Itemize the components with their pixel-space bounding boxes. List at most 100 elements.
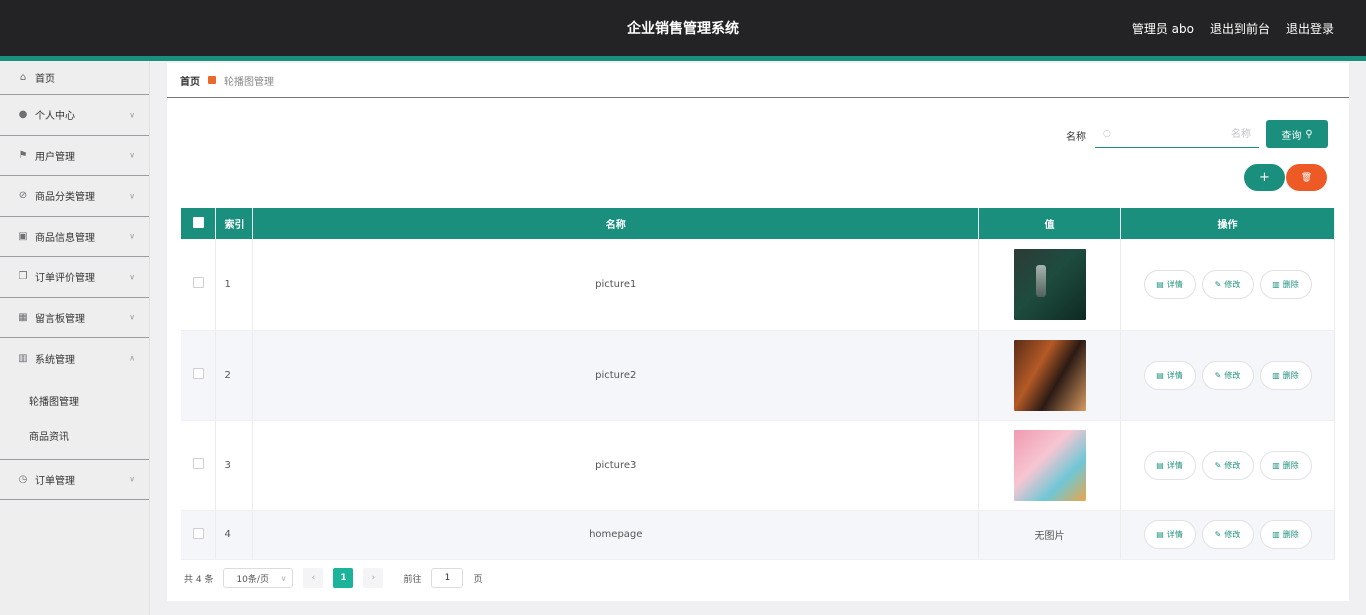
sidebar-item-personal-center[interactable]: ● 个人中心 ∨ (0, 95, 149, 136)
row-checkbox[interactable] (192, 458, 204, 469)
table-header-row: 索引 名称 值 操作 (181, 208, 1335, 239)
chart-icon: ▣ (18, 230, 28, 242)
sidebar-item-category-management[interactable]: ⊘ 商品分类管理 ∨ (0, 176, 149, 217)
row-checkbox[interactable] (192, 277, 204, 289)
logout-link[interactable]: 退出登录 (1286, 20, 1334, 37)
sidebar-item-label: 订单评价管理 (35, 273, 95, 285)
edit-button[interactable]: ✎ 修改 (1201, 269, 1254, 299)
query-button[interactable]: 查询 ⚲ (1266, 120, 1328, 148)
select-all-cell (181, 208, 217, 239)
page-number-button[interactable]: 1 (333, 568, 354, 588)
goto-prefix: 前往 (403, 574, 422, 585)
edit-button[interactable]: ✎ 修改 (1201, 520, 1254, 549)
goto-page-input[interactable] (431, 568, 464, 588)
content-card: 首页 轮播图管理 名称 ○ 查询 ⚲ + 🗑 索引 名称 值 操作 1 pict… (167, 63, 1349, 601)
plus-icon: + (1259, 170, 1270, 185)
next-page-button[interactable]: › (363, 568, 384, 588)
delete-button[interactable]: ▥ 删除 (1259, 360, 1312, 390)
delete-label: 删除 (1282, 370, 1299, 380)
row-name: picture3 (252, 420, 980, 511)
tag-icon: ⊘ (18, 190, 28, 202)
page-size-select[interactable]: 10条/页 ∨ (223, 568, 294, 588)
sidebar-item-review-management[interactable]: ❐ 订单评价管理 ∨ (0, 257, 149, 298)
sidebar-item-user-management[interactable]: ⚑ 用户管理 ∨ (0, 136, 149, 176)
sidebar-item-product-management[interactable]: ▣ 商品信息管理 ∨ (0, 217, 149, 257)
chevron-down-icon: ∨ (129, 272, 135, 282)
column-header-name: 名称 (252, 208, 980, 239)
sidebar-item-home[interactable]: ⌂ 首页 (0, 61, 149, 95)
row-index: 2 (215, 330, 254, 421)
trash-icon: ▥ (1272, 460, 1280, 470)
document-icon: ▤ (1156, 279, 1164, 289)
chevron-down-icon: ∨ (129, 191, 135, 201)
add-button[interactable]: + (1244, 164, 1285, 191)
row-checkbox[interactable] (192, 368, 204, 379)
system-submenu: 轮播图管理 商品资讯 (0, 379, 149, 460)
batch-delete-button[interactable]: 🗑 (1286, 164, 1327, 191)
row-checkbox[interactable] (192, 527, 204, 539)
document-icon: ▤ (1156, 460, 1164, 470)
edit-button[interactable]: ✎ 修改 (1201, 360, 1254, 390)
row-no-image-text: 无图片 (978, 510, 1122, 560)
select-all-checkbox[interactable] (192, 216, 204, 228)
detail-button[interactable]: ▤ 详情 (1143, 450, 1196, 480)
row-image-thumbnail[interactable] (1013, 429, 1086, 501)
chevron-up-icon: ∧ (129, 353, 135, 363)
delete-label: 删除 (1282, 460, 1299, 470)
goto-suffix: 页 (473, 574, 483, 585)
top-header: 企业销售管理系统 管理员 abo 退出到前台 退出登录 (0, 0, 1366, 56)
header-actions: 管理员 abo 退出到前台 退出登录 (1132, 20, 1334, 37)
breadcrumb-home[interactable]: 首页 (180, 73, 200, 88)
delete-label: 删除 (1282, 530, 1299, 539)
pagination: 共 4 条 10条/页 ∨ ‹ 1 › 前往 页 (184, 568, 482, 588)
sidebar-item-label: 商品信息管理 (35, 232, 95, 244)
trash-icon: ▥ (1272, 530, 1280, 539)
row-image-thumbnail[interactable] (1013, 339, 1086, 411)
admin-user-label[interactable]: 管理员 abo (1132, 20, 1194, 37)
sidebar-item-message-board[interactable]: ▦ 留言板管理 ∨ (0, 298, 149, 338)
edit-label: 修改 (1224, 279, 1241, 289)
row-index: 3 (215, 420, 254, 511)
sidebar: ⌂ 首页 ● 个人中心 ∨ ⚑ 用户管理 ∨ ⊘ 商品分类管理 ∨ ▣ 商品信息… (0, 61, 150, 615)
delete-button[interactable]: ▥ 删除 (1259, 520, 1312, 549)
sidebar-item-label: 留言板管理 (35, 313, 85, 325)
chevron-down-icon: ∨ (129, 150, 135, 160)
search-label: 名称 (1066, 132, 1086, 143)
sidebar-item-label: 个人中心 (35, 111, 75, 123)
detail-button[interactable]: ▤ 详情 (1143, 269, 1196, 299)
trash-icon: ▥ (1272, 370, 1280, 380)
detail-label: 详情 (1166, 460, 1183, 470)
breadcrumb: 首页 轮播图管理 (167, 63, 1349, 98)
sidebar-item-order-management[interactable]: ◷ 订单管理 ∨ (0, 460, 149, 500)
exit-to-front-link[interactable]: 退出到前台 (1210, 20, 1270, 37)
prev-page-button[interactable]: ‹ (303, 568, 324, 588)
row-name: picture1 (252, 239, 980, 331)
sidebar-item-system-management[interactable]: ▥ 系统管理 ∧ (0, 338, 149, 379)
row-image-thumbnail[interactable] (1013, 248, 1086, 320)
sidebar-item-label: 用户管理 (35, 151, 75, 163)
page-size-value: 10条/页 (236, 574, 269, 585)
sidebar-item-label: 商品分类管理 (35, 192, 95, 204)
detail-button[interactable]: ▤ 详情 (1143, 520, 1196, 549)
copy-icon: ❐ (18, 271, 28, 283)
edit-icon: ✎ (1214, 370, 1222, 380)
trash-icon: ▥ (1272, 279, 1280, 289)
delete-button[interactable]: ▥ 删除 (1259, 269, 1312, 299)
edit-label: 修改 (1224, 370, 1241, 380)
chevron-down-icon: ∨ (129, 110, 135, 120)
data-table: 索引 名称 值 操作 1 picture1 ▤ 详情 ✎ 修改 ▥ 删除 2 pict… (181, 208, 1335, 560)
chevron-right-icon: › (371, 573, 376, 583)
breadcrumb-separator-icon (208, 76, 216, 84)
search-field: ○ (1095, 121, 1259, 148)
detail-button[interactable]: ▤ 详情 (1143, 360, 1196, 390)
row-index: 4 (215, 510, 254, 560)
breadcrumb-current: 轮播图管理 (224, 76, 274, 88)
search-input[interactable] (1119, 125, 1251, 143)
edit-button[interactable]: ✎ 修改 (1201, 450, 1254, 480)
user-icon: ● (18, 109, 28, 121)
delete-button[interactable]: ▥ 删除 (1259, 450, 1312, 480)
column-header-index: 索引 (215, 208, 254, 239)
sidebar-subitem-carousel[interactable]: 轮播图管理 (0, 385, 149, 420)
header-accent-line (0, 56, 1366, 61)
sidebar-subitem-news[interactable]: 商品资讯 (0, 420, 149, 455)
